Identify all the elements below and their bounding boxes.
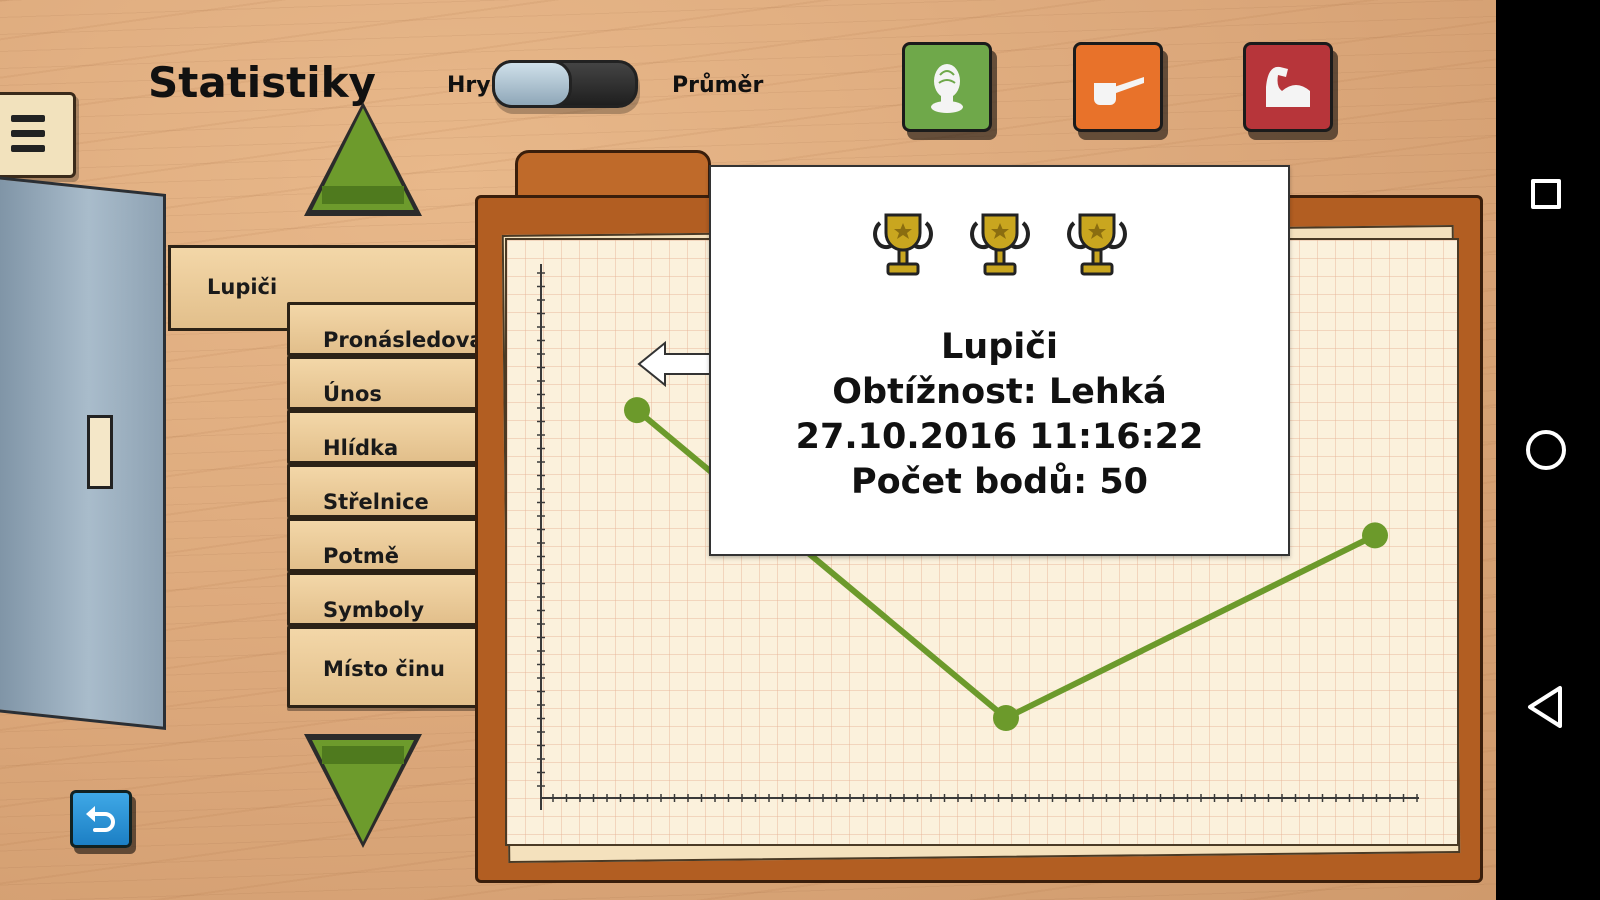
data-point[interactable] xyxy=(993,705,1019,731)
hamburger-icon-bar xyxy=(11,115,45,122)
score-popup: Lupiči Obtížnost: Lehká 27.10.2016 11:16… xyxy=(709,165,1290,556)
popup-details: Lupiči Obtížnost: Lehká 27.10.2016 11:16… xyxy=(711,325,1288,505)
menu-button[interactable] xyxy=(0,92,76,178)
category-button-fingerprint[interactable] xyxy=(902,42,992,132)
popup-pointer xyxy=(637,340,712,388)
back-nav-button[interactable] xyxy=(1496,660,1600,750)
undo-arrow-icon xyxy=(86,806,115,832)
category-button-muscle[interactable] xyxy=(1243,42,1333,132)
popup-difficulty: Obtížnost: Lehká xyxy=(832,372,1167,412)
data-point[interactable] xyxy=(1362,522,1388,549)
trophy-icon xyxy=(1067,213,1127,276)
home-button[interactable] xyxy=(1496,405,1600,495)
games-average-toggle[interactable] xyxy=(492,60,638,108)
scroll-down-button[interactable] xyxy=(298,728,428,854)
fingerprint-icon xyxy=(931,64,963,113)
popup-score: Počet bodů: 50 xyxy=(850,462,1149,502)
recent-apps-button[interactable] xyxy=(1496,150,1600,240)
trophy-row xyxy=(870,211,1132,291)
back-triangle-icon xyxy=(1528,686,1562,728)
statistics-screen: Statistiky Hry Průměr Lupiči Pronásledov… xyxy=(0,0,1496,900)
muscle-arm-icon xyxy=(1266,66,1310,107)
trophy-icon xyxy=(873,213,933,276)
back-button[interactable] xyxy=(70,790,132,848)
pipe-icon xyxy=(1094,77,1144,105)
toggle-knob[interactable] xyxy=(492,60,572,108)
popup-datetime: 27.10.2016 11:16:22 xyxy=(795,417,1204,457)
scroll-up-button[interactable] xyxy=(298,98,428,224)
popup-title: Lupiči xyxy=(940,327,1058,367)
cabinet-handle xyxy=(87,415,113,489)
category-button-pipe[interactable] xyxy=(1073,42,1163,132)
android-navigation-bar xyxy=(1496,0,1600,900)
list-item-label: Lupiči xyxy=(207,275,278,299)
data-point[interactable] xyxy=(624,397,650,424)
file-cabinet xyxy=(0,176,166,730)
toggle-label-games[interactable]: Hry xyxy=(447,73,491,98)
hamburger-icon-bar xyxy=(11,130,45,137)
trophy-icon xyxy=(970,213,1030,276)
hamburger-icon-bar xyxy=(11,145,45,152)
toggle-label-average[interactable]: Průměr xyxy=(672,73,763,98)
